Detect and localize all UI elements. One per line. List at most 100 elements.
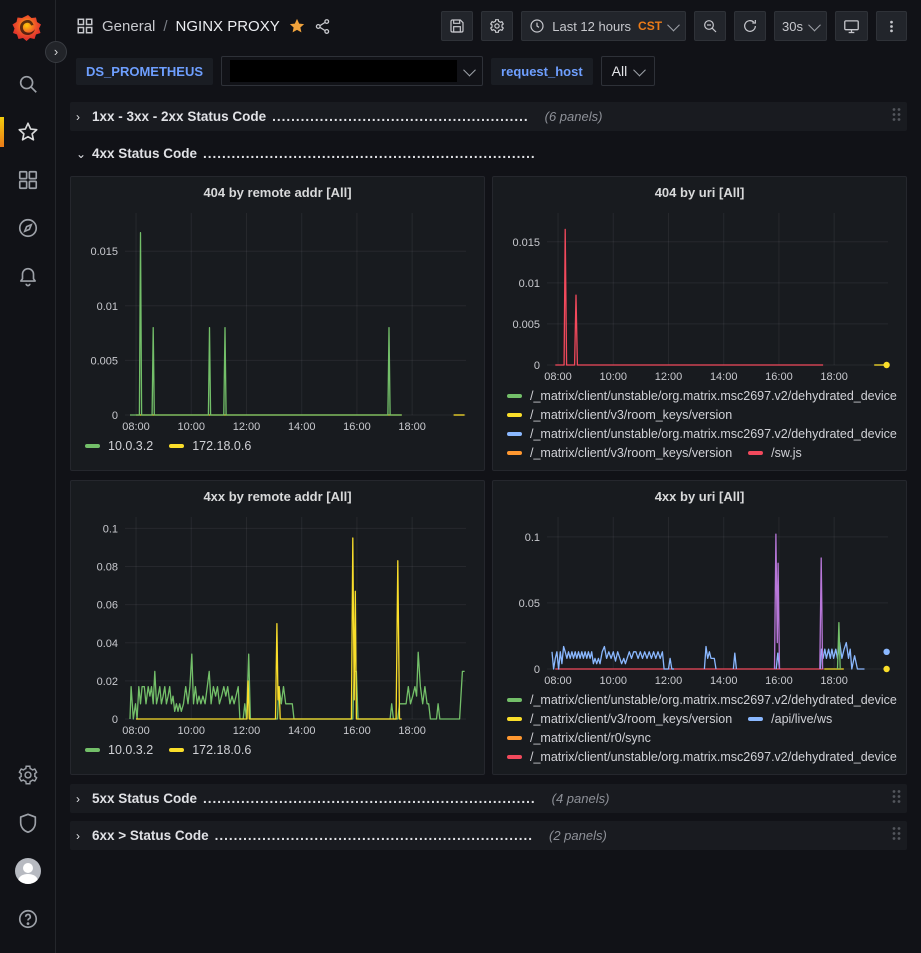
- refresh-interval-dropdown[interactable]: 30s: [774, 11, 827, 41]
- svg-text:16:00: 16:00: [343, 725, 371, 737]
- panel-title[interactable]: 4xx by uri [All]: [501, 485, 898, 509]
- grafana-logo[interactable]: [11, 12, 45, 46]
- timeseries-chart[interactable]: 08:0010:0012:0014:0016:0018:0000.050.1: [501, 509, 898, 689]
- legend-item[interactable]: /_matrix/client/unstable/org.matrix.msc2…: [507, 427, 897, 441]
- chart-legend: 10.0.3.2 172.18.0.6: [79, 435, 476, 463]
- help-icon: [17, 908, 39, 930]
- legend-swatch: [507, 698, 522, 702]
- sidebar-item-dashboards[interactable]: [0, 163, 56, 197]
- sidebar-item-help[interactable]: [0, 902, 56, 936]
- datasource-value-redacted: [230, 60, 457, 82]
- legend-label: 10.0.3.2: [108, 743, 153, 757]
- user-avatar: [15, 858, 41, 884]
- more-options-button[interactable]: [876, 11, 907, 41]
- svg-text:0.015: 0.015: [512, 237, 540, 249]
- legend-item[interactable]: /_matrix/client/v3/room_keys/version: [507, 408, 732, 422]
- legend-item[interactable]: /_matrix/client/r0/sync: [507, 731, 651, 745]
- row-title: 6xx > Status Code: [92, 828, 209, 843]
- legend-item[interactable]: 172.18.0.6: [169, 439, 251, 453]
- timeseries-chart[interactable]: 08:0010:0012:0014:0016:0018:0000.020.040…: [79, 509, 476, 739]
- panel-title[interactable]: 404 by remote addr [All]: [79, 181, 476, 205]
- legend-label: /_matrix/client/unstable/org.matrix.msc2…: [530, 427, 897, 441]
- legend-item[interactable]: 10.0.3.2: [85, 439, 153, 453]
- sidebar-item-search[interactable]: [0, 67, 56, 101]
- row-drag-handle[interactable]: [891, 825, 901, 846]
- kiosk-mode-button[interactable]: [835, 11, 868, 41]
- request-host-dropdown[interactable]: All: [601, 56, 656, 86]
- legend-item[interactable]: /_matrix/client/unstable/org.matrix.msc2…: [507, 693, 897, 707]
- legend-label: /api/live/ws: [771, 712, 832, 726]
- svg-text:14:00: 14:00: [710, 371, 738, 383]
- apps-icon: [76, 17, 94, 35]
- legend-item[interactable]: /sw.js: [748, 446, 802, 460]
- svg-text:12:00: 12:00: [655, 675, 683, 687]
- save-dashboard-button[interactable]: [441, 11, 473, 41]
- row-title: 1xx - 3xx - 2xx Status Code: [92, 109, 266, 124]
- main-area: General / NGINX PROXY Last 12 hours CST: [56, 0, 921, 953]
- request-host-value: All: [612, 63, 628, 79]
- zoom-out-time-button[interactable]: [694, 11, 726, 41]
- clock-icon: [529, 18, 545, 34]
- sidebar-item-starred[interactable]: [0, 115, 56, 149]
- legend-item[interactable]: /_matrix/client/unstable/org.matrix.msc2…: [507, 389, 897, 403]
- row-5xx[interactable]: › 5xx Status Code ......................…: [70, 784, 907, 813]
- legend-label: /_matrix/client/unstable/org.matrix.msc2…: [530, 750, 897, 764]
- variable-label-request-host[interactable]: request_host: [491, 58, 593, 85]
- svg-text:0.01: 0.01: [97, 301, 118, 313]
- row-1xx-3xx-2xx[interactable]: › 1xx - 3xx - 2xx Status Code ..........…: [70, 102, 907, 131]
- time-range-label: Last 12 hours: [552, 19, 631, 34]
- row-title-dots: ........................................…: [203, 791, 536, 806]
- gear-icon: [17, 764, 39, 786]
- panel-404-by-uri: 404 by uri [All] 08:0010:0012:0014:0016:…: [492, 176, 907, 471]
- legend-item[interactable]: /api/live/ws: [748, 712, 832, 726]
- favorite-star-icon[interactable]: [288, 17, 306, 35]
- legend-item[interactable]: /_matrix/client/v3/room_keys/version: [507, 712, 732, 726]
- sidebar-item-explore[interactable]: [0, 211, 56, 245]
- sidebar-item-profile[interactable]: [0, 854, 56, 888]
- legend-label: /_matrix/client/unstable/org.matrix.msc2…: [530, 389, 897, 403]
- svg-text:0.01: 0.01: [519, 278, 540, 290]
- timeseries-chart[interactable]: 08:0010:0012:0014:0016:0018:0000.0050.01…: [501, 205, 898, 385]
- legend-swatch: [507, 451, 522, 455]
- dashboards-grid-icon: [17, 169, 39, 191]
- panel-title[interactable]: 404 by uri [All]: [501, 181, 898, 205]
- row-drag-handle[interactable]: [891, 106, 901, 127]
- legend-item[interactable]: /_matrix/client/v3/room_keys/version: [507, 446, 732, 460]
- svg-text:0.08: 0.08: [97, 562, 118, 574]
- sidebar-item-server-admin[interactable]: [0, 806, 56, 840]
- svg-text:0.05: 0.05: [519, 598, 540, 610]
- legend-item[interactable]: 10.0.3.2: [85, 743, 153, 757]
- variable-label-ds-prometheus[interactable]: DS_PROMETHEUS: [76, 58, 213, 85]
- sidebar-expand-button[interactable]: ›: [45, 41, 67, 63]
- sidebar-item-alerting[interactable]: [0, 259, 56, 293]
- chevron-down-icon: [633, 63, 646, 76]
- refresh-interval-value: 30s: [782, 19, 803, 34]
- kebab-menu-icon: [884, 19, 899, 34]
- sidebar-item-configuration[interactable]: [0, 758, 56, 792]
- legend-item[interactable]: /_matrix/client/unstable/org.matrix.msc2…: [507, 750, 897, 764]
- row-6xx[interactable]: › 6xx > Status Code ....................…: [70, 821, 907, 850]
- refresh-button[interactable]: [734, 11, 766, 41]
- svg-text:12:00: 12:00: [233, 725, 261, 737]
- panel-grid: 404 by remote addr [All] 08:0010:0012:00…: [70, 176, 907, 775]
- svg-text:16:00: 16:00: [343, 421, 371, 433]
- time-range-picker[interactable]: Last 12 hours CST: [521, 11, 686, 41]
- legend-item[interactable]: 172.18.0.6: [169, 743, 251, 757]
- svg-text:18:00: 18:00: [398, 421, 426, 433]
- share-icon[interactable]: [314, 18, 331, 35]
- timezone-label: CST: [638, 19, 662, 33]
- panel-title[interactable]: 4xx by remote addr [All]: [79, 485, 476, 509]
- breadcrumb-folder[interactable]: General: [102, 18, 155, 35]
- sidebar: ›: [0, 0, 56, 953]
- datasource-dropdown[interactable]: [221, 56, 483, 86]
- row-4xx[interactable]: ⌄ 4xx Status Code ......................…: [70, 139, 907, 168]
- row-drag-handle[interactable]: [891, 788, 901, 809]
- svg-text:14:00: 14:00: [288, 421, 316, 433]
- chevron-down-icon: [463, 63, 476, 76]
- dashboard-title[interactable]: NGINX PROXY: [176, 18, 280, 35]
- dashboard-settings-button[interactable]: [481, 11, 513, 41]
- gear-icon: [489, 18, 505, 34]
- svg-text:10:00: 10:00: [600, 675, 628, 687]
- timeseries-chart[interactable]: 08:0010:0012:0014:0016:0018:0000.0050.01…: [79, 205, 476, 435]
- explore-compass-icon: [17, 217, 39, 239]
